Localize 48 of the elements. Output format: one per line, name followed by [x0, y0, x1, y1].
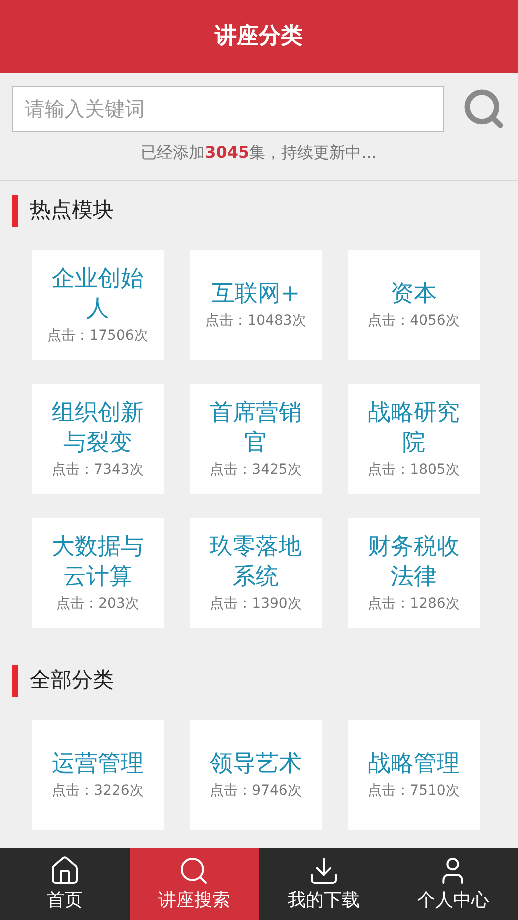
category-card[interactable]: 领导艺术 点击：9746次 [190, 720, 322, 830]
category-title: 玖零落地系统 [209, 532, 303, 592]
category-card[interactable]: 组织创新与裂变 点击：7343次 [32, 384, 164, 494]
nav-tab[interactable]: 我的下载 [259, 848, 388, 920]
section-marker [12, 665, 18, 697]
category-card[interactable]: 运营管理 点击：3226次 [32, 720, 164, 830]
click-count: 点击：4056次 [368, 312, 460, 330]
page-title: 讲座分类 [215, 22, 303, 51]
section-marker [12, 195, 18, 227]
category-title: 组织创新与裂变 [51, 398, 145, 458]
click-count: 点击：10483次 [206, 312, 306, 330]
category-title: 领导艺术 [210, 750, 302, 778]
category-title: 战略研究院 [367, 398, 461, 458]
category-title: 资本 [391, 280, 437, 308]
section-title: 全部分类 [30, 667, 114, 694]
search-icon[interactable] [462, 87, 506, 131]
category-title: 战略管理 [368, 750, 460, 778]
category-card[interactable]: 战略管理 点击：7510次 [348, 720, 480, 830]
click-count: 点击：17506次 [48, 326, 148, 346]
click-count: 点击：9746次 [210, 782, 302, 800]
category-card[interactable]: 资本 点击：4056次 [348, 250, 480, 360]
click-count: 点击：1286次 [368, 594, 460, 614]
section-title: 热点模块 [30, 197, 114, 224]
category-card[interactable]: 财务税收法律 点击：1286次 [348, 518, 480, 628]
category-card[interactable]: 首席营销官 点击：3425次 [190, 384, 322, 494]
click-count: 点击：3425次 [210, 460, 302, 480]
nav-tab[interactable]: 个人中心 [388, 848, 518, 920]
click-count: 点击：7343次 [52, 460, 144, 480]
click-count: 点击：7510次 [368, 782, 460, 800]
category-title: 财务税收法律 [367, 532, 461, 592]
category-title: 互联网+ [212, 280, 300, 308]
category-card[interactable]: 玖零落地系统 点击：1390次 [190, 518, 322, 628]
category-title: 首席营销官 [209, 398, 303, 458]
click-count: 点击：203次 [56, 594, 140, 614]
search-field[interactable]: 请输入关键词 [12, 86, 444, 132]
click-count: 点击：1390次 [210, 594, 302, 614]
nav-tab[interactable]: 讲座搜索 [130, 848, 259, 920]
category-title: 大数据与云计算 [51, 532, 145, 592]
click-count: 点击：3226次 [52, 782, 144, 800]
category-title: 运营管理 [52, 750, 144, 778]
category-card[interactable]: 大数据与云计算 点击：203次 [32, 518, 164, 628]
click-count: 点击：1805次 [368, 460, 460, 480]
category-title: 企业创始人 [51, 264, 145, 324]
category-card[interactable]: 互联网+ 点击：10483次 [190, 250, 322, 360]
episode-count-text: 已经添加3045集，持续更新中... [141, 142, 377, 164]
category-card[interactable]: 战略研究院 点击：1805次 [348, 384, 480, 494]
nav-tab[interactable]: 首页 [0, 848, 130, 920]
category-card[interactable]: 企业创始人 点击：17506次 [32, 250, 164, 360]
